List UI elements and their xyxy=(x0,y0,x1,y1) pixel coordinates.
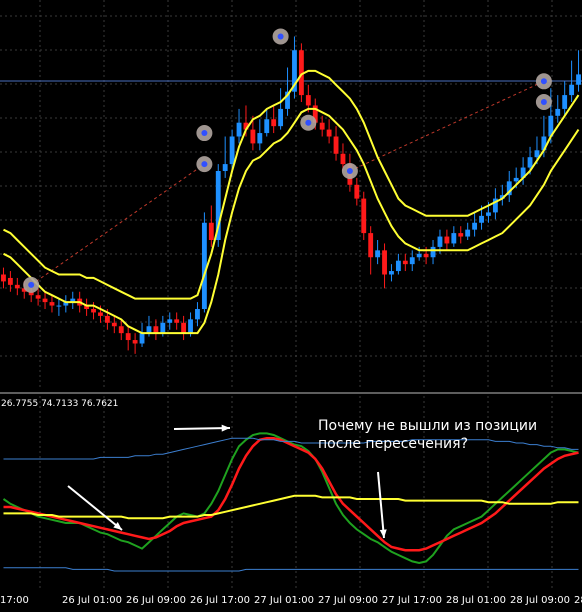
time-tick-label: 26 Jul 01:00 xyxy=(62,595,122,606)
time-tick-label: 26 Jul 09:00 xyxy=(126,595,186,606)
trade-marker-dot xyxy=(540,99,547,105)
candle-body xyxy=(181,322,187,334)
chart-canvas[interactable]: 26.7755 74.7133 76.7621 Почему не вышли … xyxy=(0,0,582,612)
trade-marker-dot xyxy=(201,130,208,137)
candle-body xyxy=(257,133,263,144)
candle-body xyxy=(7,277,13,285)
candle-body xyxy=(201,222,207,309)
candle-body xyxy=(132,340,138,344)
candle-body xyxy=(319,122,325,130)
rsi-fast-line xyxy=(2,432,579,565)
candle-body xyxy=(402,260,408,265)
candle-body xyxy=(236,122,242,137)
candle-body xyxy=(264,119,270,134)
candle-body xyxy=(361,198,367,234)
candle-body xyxy=(389,271,394,275)
candle-body xyxy=(222,164,228,171)
candle-body xyxy=(569,84,575,96)
candle-body xyxy=(562,95,568,109)
candle-body xyxy=(444,236,450,244)
trading-chart-window: 26.7755 74.7133 76.7621 Почему не вышли … xyxy=(0,0,582,612)
candle-body xyxy=(472,222,478,230)
time-tick-label: 27 Jul 17:00 xyxy=(382,595,442,606)
candle-body xyxy=(118,326,124,334)
time-tick-label: 26 Jul 17:00 xyxy=(190,595,250,606)
candle-body xyxy=(479,215,484,223)
candle-body xyxy=(111,322,117,327)
trade-marker-dot xyxy=(201,161,208,168)
candle-body xyxy=(437,236,443,247)
candle-body xyxy=(451,233,457,244)
candle-body xyxy=(375,250,381,258)
time-tick-label: 28 Jul 1 xyxy=(574,595,582,606)
candle-body xyxy=(250,129,256,144)
rsi-slow-line xyxy=(3,436,579,552)
candle-body xyxy=(305,95,311,106)
annotation-arrow xyxy=(173,427,231,430)
candle-body xyxy=(98,312,103,316)
trade-connector-line xyxy=(349,80,545,172)
candle-body xyxy=(14,284,20,289)
price-panel[interactable] xyxy=(1,28,581,354)
candle-body xyxy=(458,233,464,237)
candle-body xyxy=(465,229,471,237)
candle-body xyxy=(333,136,339,154)
candle-body xyxy=(167,319,173,323)
candle-body xyxy=(534,150,540,158)
candle-body xyxy=(42,298,48,303)
candle-body xyxy=(430,246,436,258)
candle-body xyxy=(486,212,491,216)
trade-connector-line xyxy=(30,163,205,286)
candle-body xyxy=(340,153,346,165)
time-tick-label: 28 Jul 01:00 xyxy=(446,595,506,606)
candle-body xyxy=(513,177,519,182)
candle-body xyxy=(229,136,235,165)
candle-body xyxy=(409,257,415,265)
candle-body xyxy=(354,184,360,199)
trade-marker-dot xyxy=(28,281,35,288)
band-upper-line xyxy=(3,437,579,460)
annotation-text-line-1: Почему не вышли из позиции xyxy=(318,418,537,434)
time-axis: 17:00 26 Jul 01:00 26 Jul 09:00 26 Jul 17:0… xyxy=(0,595,582,606)
candle-body xyxy=(35,295,41,299)
candle-body xyxy=(195,309,200,320)
candle-body xyxy=(160,322,166,334)
candle-body xyxy=(104,315,110,323)
trade-marker-dot xyxy=(540,78,547,85)
time-tick-label: 28 Jul 09:00 xyxy=(510,595,570,606)
candle-body xyxy=(382,250,387,275)
indicator-values-label: 26.7755 74.7133 76.7621 xyxy=(1,399,118,409)
candle-body xyxy=(139,333,145,344)
candle-body xyxy=(423,253,429,258)
candle-body xyxy=(125,333,131,341)
time-tick-label: 27 Jul 01:00 xyxy=(254,595,314,606)
candle-body xyxy=(576,74,581,85)
trade-marker-dot xyxy=(346,168,353,174)
candle-body xyxy=(555,108,561,116)
indicator-panel[interactable] xyxy=(2,432,579,572)
candle-body xyxy=(527,157,533,168)
annotation-text-line-2: после пересечения? xyxy=(318,436,468,452)
time-tick-label: 27 Jul 09:00 xyxy=(318,595,378,606)
envelope-lower-line xyxy=(3,107,580,335)
time-tick-label: 17:00 xyxy=(0,595,29,606)
candle-body xyxy=(395,260,401,272)
candle-body xyxy=(326,129,332,137)
trade-marker-dot xyxy=(277,33,284,40)
candle-body xyxy=(174,319,180,323)
candle-body xyxy=(416,253,422,258)
annotation-arrow-head xyxy=(221,424,230,432)
candle-body xyxy=(368,233,374,258)
candle-body xyxy=(1,274,6,282)
candle-body xyxy=(56,305,62,307)
candle-body xyxy=(271,119,277,127)
candle-body xyxy=(188,319,193,334)
candle-body xyxy=(208,222,214,240)
candle-body xyxy=(91,309,96,313)
annotation-arrow xyxy=(377,471,385,539)
candle-body xyxy=(278,108,284,127)
band-lower-line xyxy=(3,567,579,572)
candle-body xyxy=(49,302,55,306)
trade-marker-dot xyxy=(305,119,312,126)
